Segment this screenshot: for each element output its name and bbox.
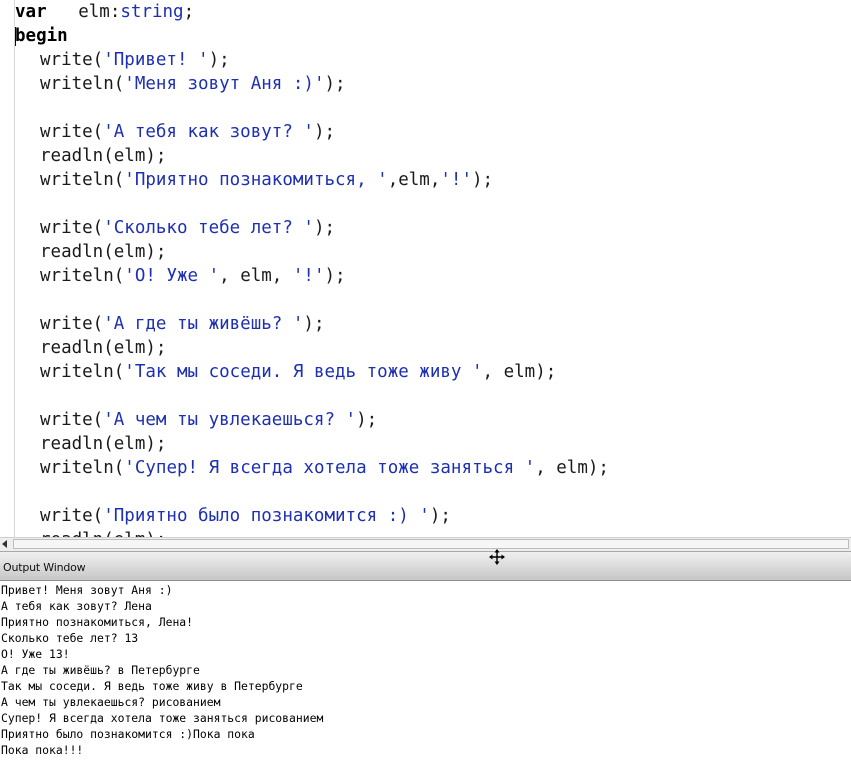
code-line[interactable]: write('А чем ты увлекаешься? '); [15, 408, 851, 432]
code-string: 'Приятно познакомиться, ' [124, 170, 388, 190]
code-string: 'О! Уже ' [124, 266, 220, 286]
code-string: '!' [292, 266, 325, 286]
code-text: ); [313, 122, 336, 142]
code-string: 'А чем ты увлекаешься? ' [103, 410, 357, 430]
code-editor[interactable]: var elm:string; begin write('Привет! '); wr… [0, 0, 851, 537]
code-line[interactable]: writeln('Меня зовут Аня :)'); [15, 72, 851, 96]
code-keyword: begin [15, 26, 68, 46]
code-text: ); [324, 74, 346, 94]
code-text: write( [40, 314, 104, 334]
code-line[interactable] [15, 384, 851, 408]
text-caret [15, 27, 16, 46]
output-line: Привет! Меня зовут Аня :) [1, 583, 173, 597]
code-text: elm: [46, 2, 121, 22]
output-line: Приятно познакомиться, Лена! [1, 615, 194, 629]
code-text: , elm); [535, 458, 609, 478]
code-line[interactable]: readln(elm); [15, 432, 851, 456]
code-text: ; [183, 2, 195, 22]
output-line: А где ты живёшь? в Петербурге [1, 663, 200, 677]
output-line: Так мы соседи. Я ведь тоже живу в Петерб… [1, 679, 303, 693]
code-type: string [120, 2, 184, 22]
code-text: writeln( [40, 74, 125, 94]
output-window[interactable]: Привет! Меня зовут Аня :) А тебя как зову… [0, 581, 851, 778]
code-lines[interactable]: var elm:string; begin write('Привет! '); wr… [15, 0, 851, 537]
code-line[interactable]: readln(elm); [15, 336, 851, 360]
code-string: 'Так мы соседи. Я ведь тоже живу ' [124, 362, 483, 382]
horizontal-scrollbar[interactable] [0, 537, 851, 551]
code-line[interactable]: write('А где ты живёшь? '); [15, 312, 851, 336]
code-string: 'А тебя как зовут? ' [103, 122, 314, 142]
code-string: 'Меня зовут Аня :)' [124, 74, 325, 94]
code-line[interactable]: writeln('Супер! Я всегда хотела тоже зан… [15, 456, 851, 480]
code-keyword: var [15, 2, 47, 22]
code-text: ); [208, 50, 230, 70]
code-text: ,elm, [387, 170, 441, 190]
code-text: readln(elm); [40, 434, 167, 454]
code-string: 'Приятно было познакомится :) ' [103, 506, 430, 526]
code-line[interactable] [15, 288, 851, 312]
code-line[interactable] [15, 480, 851, 504]
code-text: writeln( [40, 362, 125, 382]
code-text: write( [40, 506, 104, 526]
code-text: readln(elm); [40, 146, 167, 166]
code-text: writeln( [40, 170, 125, 190]
output-line: Приятно было познакомится :)Пока пока [1, 727, 255, 741]
code-string: 'Супер! Я всегда хотела тоже заняться ' [124, 458, 536, 478]
code-text: readln(elm); [40, 338, 167, 358]
code-line[interactable]: write('А тебя как зовут? '); [15, 120, 851, 144]
code-text: readln(elm); [40, 242, 167, 262]
move-icon[interactable] [489, 549, 505, 565]
code-string: 'Сколько тебе лет? ' [103, 218, 314, 238]
code-text: writeln( [40, 266, 125, 286]
code-text: , elm); [482, 362, 557, 382]
code-line[interactable] [15, 192, 851, 216]
code-line[interactable]: var elm:string; [15, 0, 851, 24]
code-text: write( [40, 218, 104, 238]
code-line[interactable]: write('Привет! '); [15, 48, 851, 72]
output-line: А чем ты увлекаешься? рисованием [1, 695, 221, 709]
output-line: Пока пока!!! [1, 743, 84, 757]
code-text: readln(elm); [40, 530, 166, 537]
code-text: write( [40, 50, 104, 70]
code-line[interactable]: write('Сколько тебе лет? '); [15, 216, 851, 240]
code-line[interactable]: readln(elm); [15, 144, 851, 168]
arrow-left-icon[interactable] [2, 540, 7, 548]
output-line: Сколько тебе лет? 13 [1, 631, 139, 645]
code-text: ); [429, 506, 451, 526]
output-line: А тебя как зовут? Лена [1, 599, 152, 613]
code-string: 'Привет! ' [103, 50, 209, 70]
code-line[interactable]: write('Приятно было познакомится :) '); [15, 504, 851, 528]
code-text: , elm, [219, 266, 293, 286]
code-line[interactable]: begin [15, 24, 851, 48]
output-window-title: Output Window [3, 561, 86, 574]
code-line[interactable]: writeln('О! Уже ', elm, '!'); [15, 264, 851, 288]
code-string: 'А где ты живёшь? ' [103, 314, 304, 334]
scrollbar-thumb[interactable] [13, 539, 849, 549]
code-text: ); [324, 266, 346, 286]
editor-gutter [0, 0, 15, 537]
code-string: '!' [440, 170, 472, 190]
code-text: ); [313, 218, 336, 238]
output-line: О! Уже 13! [1, 647, 70, 661]
code-line[interactable]: readln(elm); [15, 240, 851, 264]
output-line: Супер! Я всегда хотела тоже заняться рис… [1, 711, 324, 725]
code-line[interactable]: readln(elm); [15, 528, 851, 537]
code-text: write( [40, 410, 104, 430]
output-window-header[interactable]: Output Window [0, 549, 851, 581]
code-text: writeln( [40, 458, 125, 478]
code-line[interactable]: writeln('Приятно познакомиться, ',elm,'!… [15, 168, 851, 192]
code-text: ); [356, 410, 378, 430]
code-line[interactable]: writeln('Так мы соседи. Я ведь тоже живу… [15, 360, 851, 384]
code-text: ); [472, 170, 494, 190]
code-text: ); [303, 314, 325, 334]
code-text: write( [40, 122, 104, 142]
code-line[interactable] [15, 96, 851, 120]
